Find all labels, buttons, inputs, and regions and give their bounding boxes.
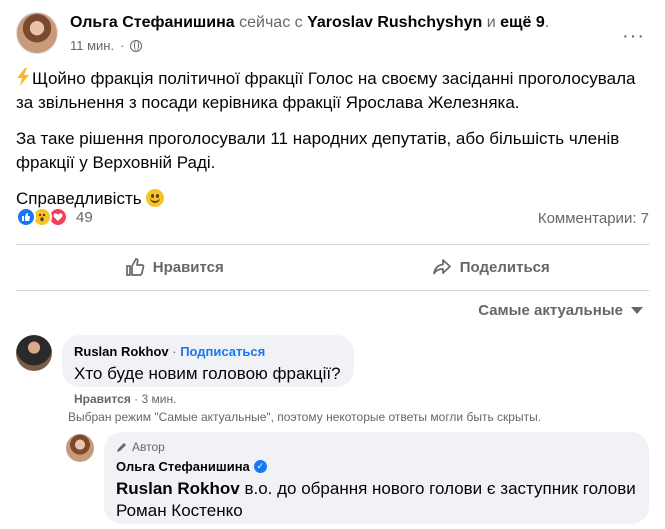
share-icon [432,259,451,275]
comment-header: Ruslan Rokhov · Подписаться [74,343,342,361]
sort-label: Самые актуальные [478,302,623,319]
sort-notice: Выбран режим "Самые актуальные", поэтому… [68,410,542,424]
pen-icon [117,443,126,452]
comment-meta: Нравится · 3 мин. [74,392,176,406]
reply-text: Ruslan Rokhov в.о. до обрання нового гол… [116,478,637,522]
paragraph-3-text: Справедливість [16,189,142,208]
author-avatar[interactable] [16,12,58,54]
post-paragraph-2: За таке рішення проголосували 11 народни… [16,129,620,172]
paragraph-1-text: Щойно фракція політичної фракції Голос н… [16,69,636,112]
post-stats: 49 Комментарии: 7 [16,207,649,233]
comment-bubble: Ruslan Rokhov · Подписаться Хто буде нов… [62,335,354,387]
reactions-summary[interactable]: 49 [16,207,93,227]
comments-count-link[interactable]: Комментарии: 7 [538,210,649,227]
verified-icon: ✓ [253,460,267,473]
more-options-icon[interactable]: ··· [622,26,645,46]
with-text: сейчас с [234,14,308,31]
period-text: . [544,14,550,31]
meta-dot: · [120,38,125,53]
reply-author-link[interactable]: Ольга Стефанишина ✓ [116,459,637,474]
post-header: Ольга Стефанишина сейчас с Yaroslav Rush… [16,12,649,58]
comment-like-link[interactable]: Нравится [74,392,131,406]
chevron-down-icon [631,307,643,314]
tagged-others-link[interactable]: ещё 9 [500,14,545,31]
author-badge-label: Автор [132,440,165,454]
like-button[interactable]: Нравится [16,245,333,289]
globe-icon [130,39,143,52]
comment-text: Хто буде новим головою фракції? [74,364,341,383]
lightning-icon [17,68,29,86]
reply-bubble: Автор Ольга Стефанишина ✓ Ruslan Rokhov … [104,432,649,524]
thumbs-up-icon [125,258,145,276]
reply-author-avatar[interactable] [66,434,94,462]
mention-link[interactable]: Ruslan Rokhov [116,479,240,498]
tagged-person-link[interactable]: Yaroslav Rushchyshyn [307,14,482,31]
author-badge: Автор [116,440,637,454]
reply-author-name: Ольга Стефанишина [116,459,250,474]
and-text: и [482,14,501,31]
post-text: Щойно фракція політичної фракції Голос н… [16,67,649,223]
comment-separator: · [168,344,181,359]
subscribe-link[interactable]: Подписаться [180,344,265,359]
commenter-name-link[interactable]: Ruslan Rokhov [74,344,169,359]
share-button-label: Поделиться [459,258,550,276]
post-time-link[interactable]: 11 мин. [70,38,114,53]
post-paragraph-1: Щойно фракція політичної фракції Голос н… [16,67,649,115]
like-button-label: Нравится [152,258,224,276]
commenter-avatar[interactable] [16,335,52,371]
post-author-link[interactable]: Ольга Стефанишина [70,14,235,31]
post-actions: Нравится Поделиться [16,245,649,289]
share-button[interactable]: Поделиться [333,245,650,289]
reaction-count[interactable]: 49 [76,209,93,226]
smile-icon [145,189,164,207]
like-reaction-icon [16,207,36,227]
comment-time[interactable]: · 3 мин. [131,392,176,406]
divider-bottom [16,290,649,291]
post-header-line: Ольга Стефанишина сейчас с Yaroslav Rush… [70,14,549,32]
post-meta: 11 мин. · [70,38,143,53]
comment-sort-dropdown[interactable]: Самые актуальные [478,302,643,319]
